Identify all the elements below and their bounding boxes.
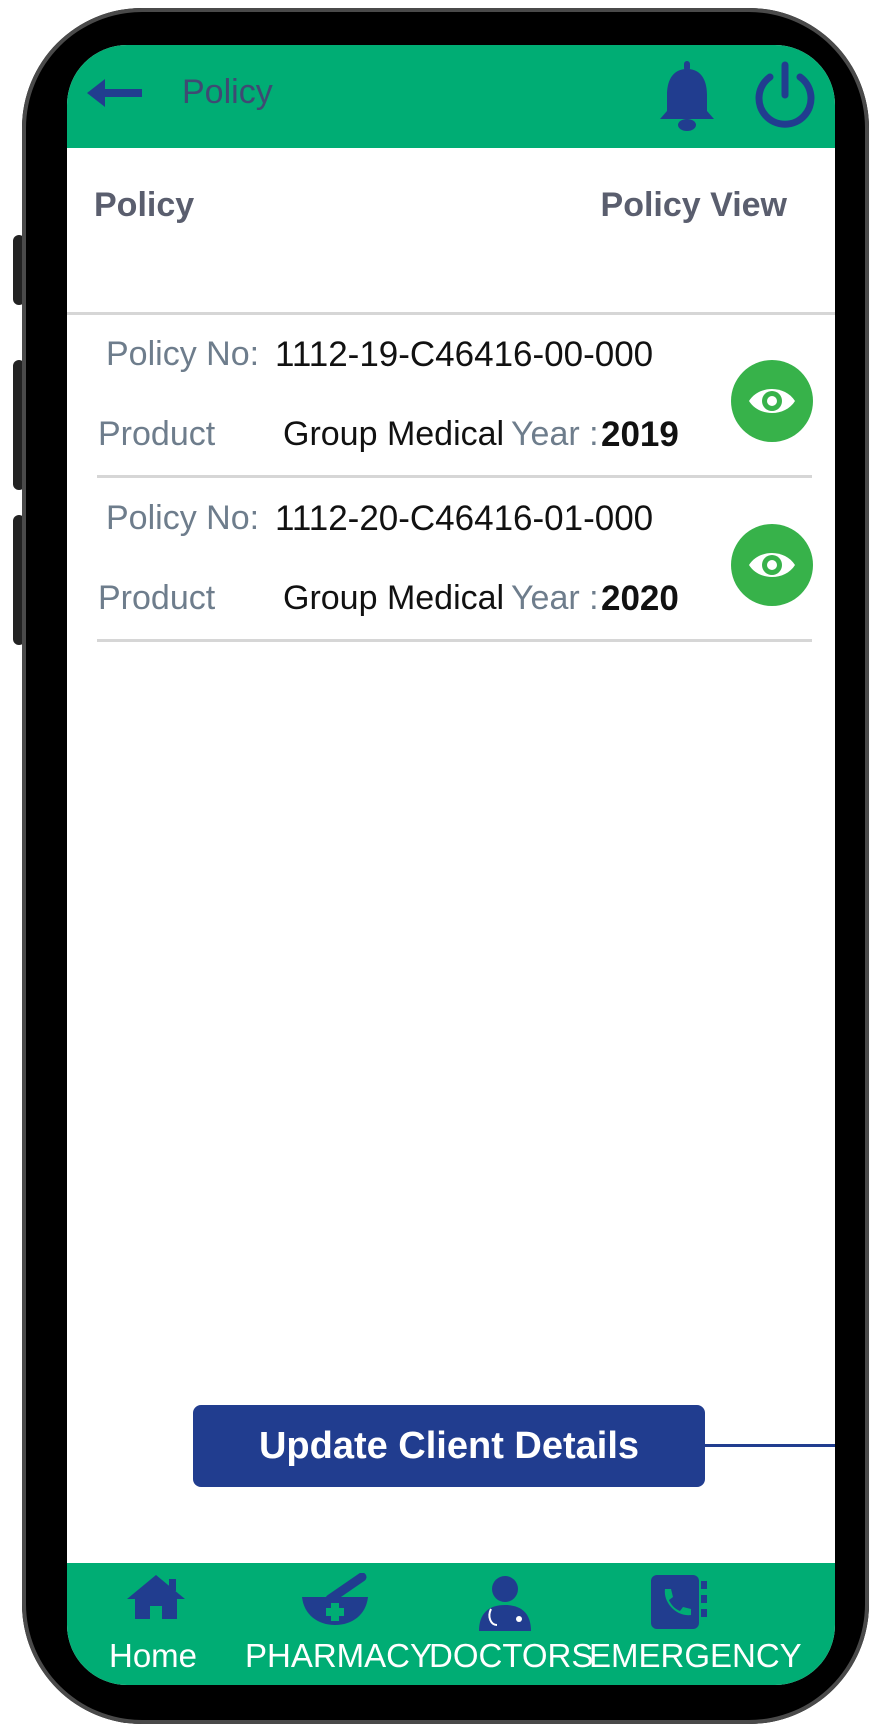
nav-label-pharmacy: PHARMACY bbox=[245, 1637, 433, 1674]
product-value: Group Medical bbox=[283, 579, 505, 617]
header-policy-view-label: Policy View bbox=[600, 186, 787, 224]
header-policy-label: Policy bbox=[94, 186, 195, 224]
top-bar: Policy bbox=[67, 45, 835, 148]
policy-list-item: Policy No: 1112-19-C46416-00-000 Product… bbox=[67, 315, 835, 479]
policy-list-item: Policy No: 1112-20-C46416-01-000 Product… bbox=[67, 479, 835, 643]
year-label: Year : bbox=[511, 415, 599, 453]
connector-line bbox=[705, 1444, 835, 1447]
back-arrow-icon[interactable] bbox=[87, 73, 149, 113]
update-client-details-button[interactable]: Update Client Details bbox=[193, 1405, 705, 1487]
mortar-pestle-icon bbox=[302, 1573, 368, 1625]
nav-label-home: Home bbox=[109, 1637, 198, 1674]
nav-item-emergency[interactable]: EMERGENCY bbox=[589, 1563, 835, 1685]
policy-no-label: Policy No: bbox=[106, 335, 260, 373]
policy-no-label: Policy No: bbox=[106, 499, 260, 537]
bell-icon[interactable] bbox=[657, 61, 717, 133]
view-policy-button[interactable] bbox=[731, 360, 813, 442]
home-icon bbox=[127, 1575, 185, 1619]
page-title: Policy bbox=[182, 73, 273, 111]
divider bbox=[97, 639, 812, 642]
view-policy-button[interactable] bbox=[731, 524, 813, 606]
nav-label-doctors: DOCTORS bbox=[429, 1637, 594, 1674]
power-icon[interactable] bbox=[752, 61, 818, 131]
year-value: 2019 bbox=[601, 415, 679, 454]
phone-book-icon bbox=[651, 1575, 707, 1629]
nav-label-emergency: EMERGENCY bbox=[589, 1637, 802, 1674]
policy-no-value: 1112-20-C46416-01-000 bbox=[275, 499, 654, 538]
product-value: Group Medical bbox=[283, 415, 505, 453]
nav-item-pharmacy[interactable]: PHARMACY bbox=[245, 1563, 435, 1685]
doctor-icon bbox=[479, 1576, 531, 1631]
nav-item-doctors[interactable]: DOCTORS bbox=[429, 1563, 593, 1685]
bottom-navigation: Home PHARMACY DOCTORS EMERGENCY bbox=[67, 1563, 835, 1685]
nav-item-home[interactable]: Home bbox=[67, 1563, 247, 1685]
app-screen: Policy Policy Policy View Policy No: 111… bbox=[67, 45, 835, 1685]
eye-icon bbox=[749, 389, 795, 413]
divider bbox=[97, 475, 812, 478]
product-label: Product bbox=[98, 579, 216, 617]
policy-no-value: 1112-19-C46416-00-000 bbox=[275, 335, 654, 374]
year-label: Year : bbox=[511, 579, 599, 617]
product-label: Product bbox=[98, 415, 216, 453]
year-value: 2020 bbox=[601, 579, 679, 618]
eye-icon bbox=[749, 553, 795, 577]
policy-header: Policy Policy View bbox=[67, 148, 835, 315]
